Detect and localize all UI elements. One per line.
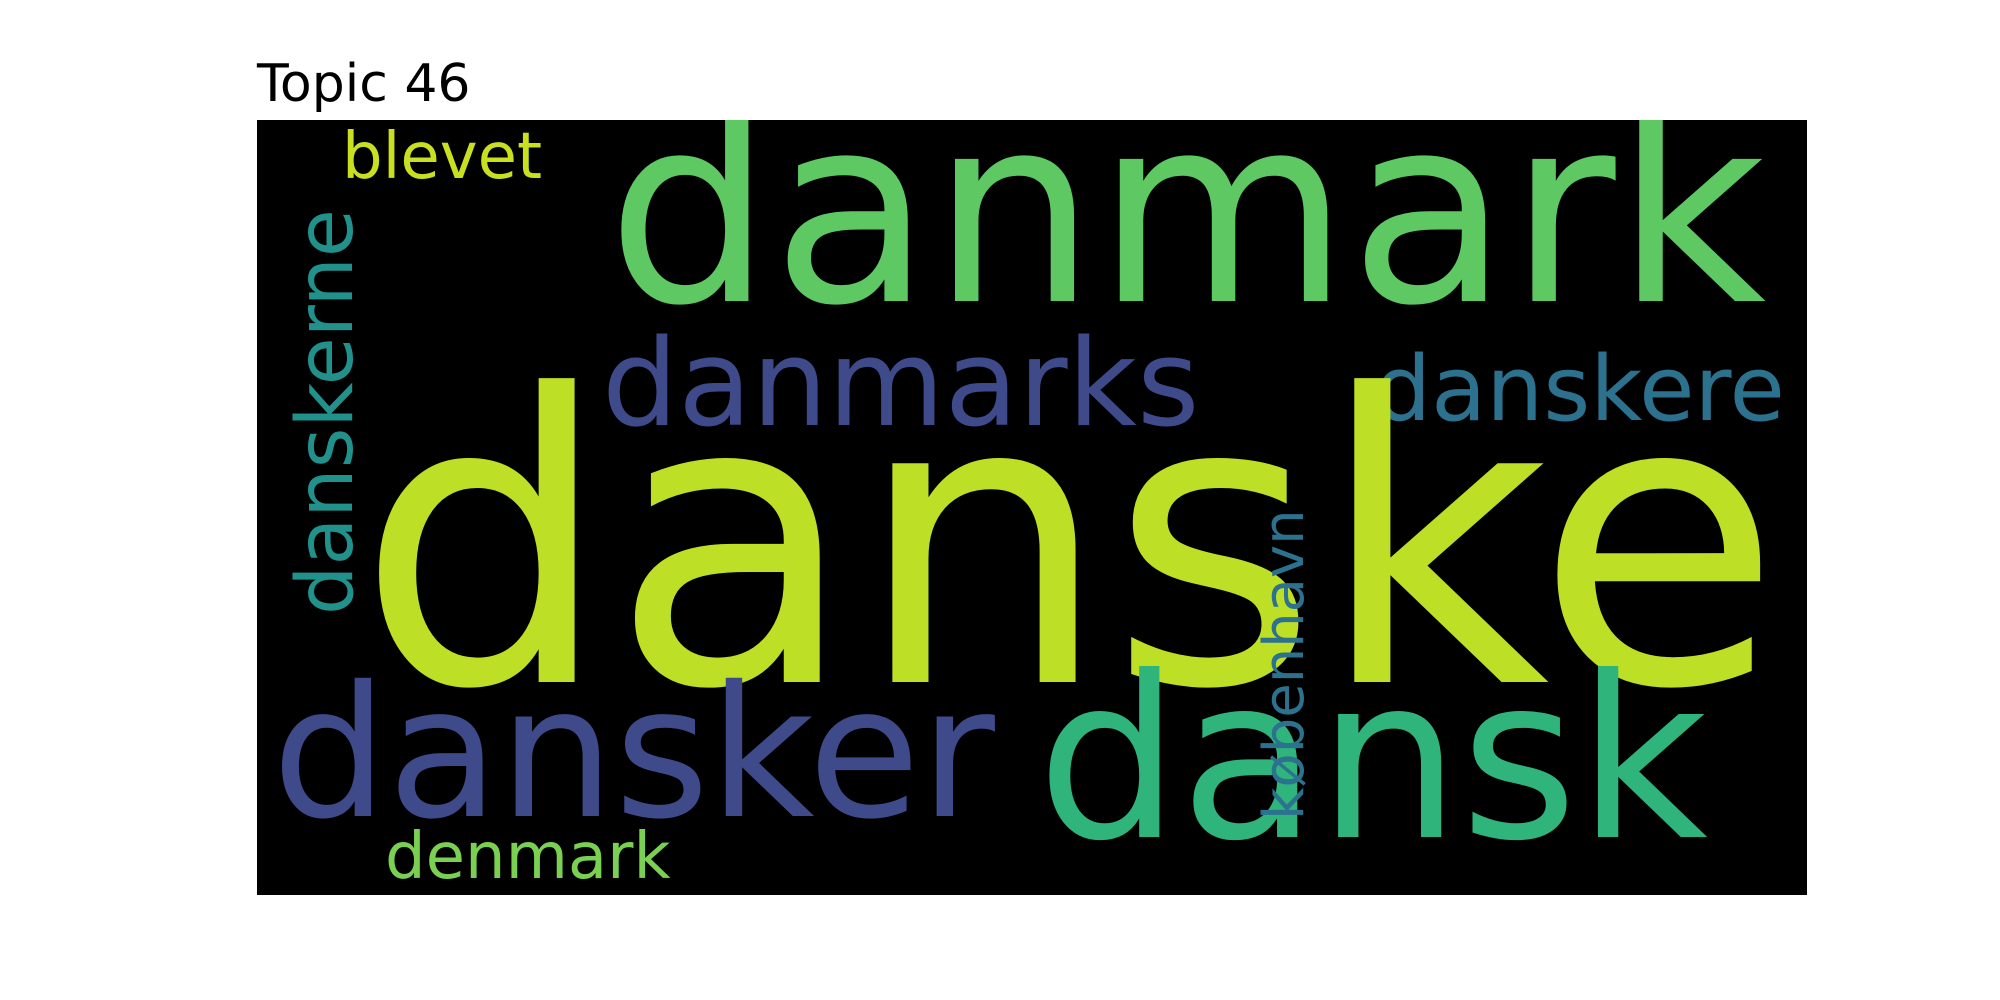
word-kobenhavn: københavn (1252, 509, 1317, 820)
word-danmark: danmark (607, 120, 1767, 363)
word-dansk: dansk (1037, 629, 1708, 891)
word-denmark: denmark (385, 820, 671, 894)
word-blevet: blevet (342, 120, 543, 194)
figure-title: Topic 46 (257, 54, 471, 114)
word-dansker: dansker (272, 647, 995, 859)
word-cloud: danmark danmarks danskere danske dansker… (257, 120, 1807, 895)
word-danskerne: danskerne (281, 209, 371, 615)
